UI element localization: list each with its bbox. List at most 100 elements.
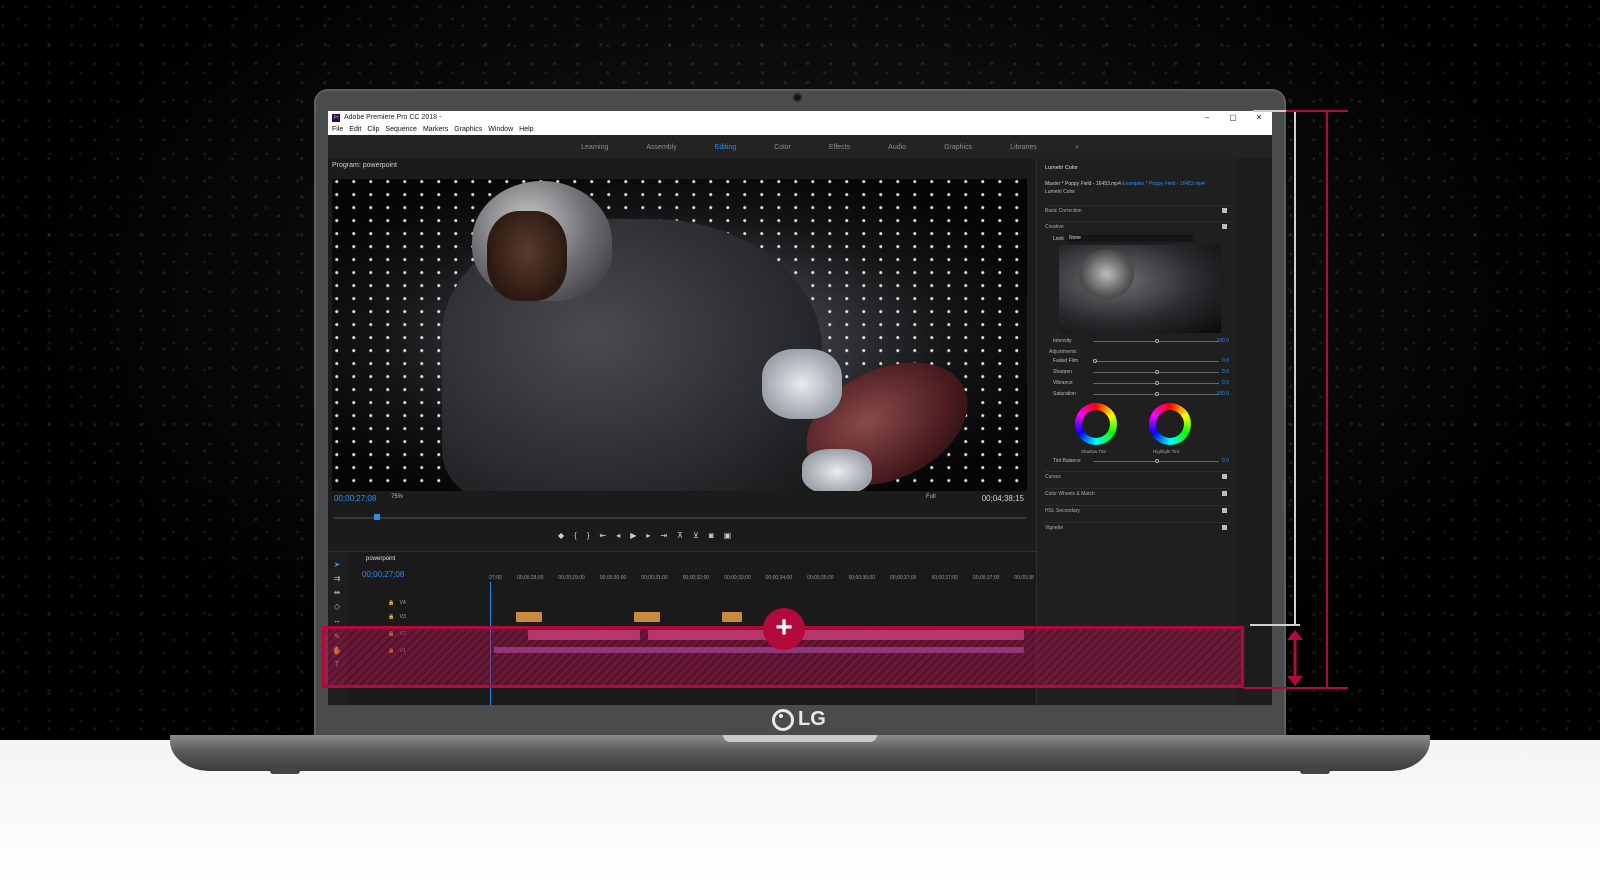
slider-value[interactable]: 0.0 [1222,380,1229,386]
tab-audio[interactable]: Audio [888,144,906,151]
timeline-clip[interactable] [516,612,542,622]
adjustment-slider[interactable]: Saturation 100.0 [1053,390,1229,398]
vignette-checkbox[interactable] [1222,525,1227,530]
menu-sequence[interactable]: Sequence [385,126,417,133]
selection-tool-icon[interactable]: ➤ [332,560,342,570]
slider-knob[interactable] [1155,392,1159,396]
step-back-icon[interactable]: ◂ [616,531,620,540]
workspace-overflow-icon[interactable]: » [1075,144,1079,151]
menu-window[interactable]: Window [488,126,513,133]
color-wheels-checkbox[interactable] [1222,491,1227,496]
lumetri-title[interactable]: Lumetri Color [1045,165,1078,171]
play-icon[interactable]: ▶ [630,531,636,540]
slider-value[interactable]: 0.0 [1222,369,1229,375]
tab-graphics[interactable]: Graphics [944,144,972,151]
hsl-checkbox[interactable] [1222,508,1227,513]
lumetri-clip-selector[interactable]: Master * Poppy Field - 16453.mp4 Example… [1045,181,1205,187]
menu-file[interactable]: File [332,126,343,133]
basic-correction-checkbox[interactable] [1222,208,1227,213]
tab-effects[interactable]: Effects [829,144,850,151]
program-playhead[interactable] [374,514,380,520]
menu-markers[interactable]: Markers [423,126,448,133]
dimension-line-red [1326,110,1328,688]
adjustment-slider[interactable]: Sharpen 0.0 [1053,368,1229,376]
section-color-wheels[interactable]: Color Wheels & Match [1045,488,1231,498]
slider-value[interactable]: 0.0 [1222,358,1229,364]
highlight-tint-wheel[interactable] [1149,403,1191,445]
close-button[interactable]: ✕ [1246,111,1272,124]
compare-icon[interactable]: ▣ [724,531,732,540]
slider-knob[interactable] [1093,359,1097,363]
zoom-dropdown[interactable]: 75% [391,494,403,500]
tint-balance-value[interactable]: 0.0 [1222,458,1229,464]
step-forward-icon[interactable]: ▸ [646,531,650,540]
minimize-button[interactable]: – [1194,111,1220,124]
ruler-tick-label: 00;00;29;00 [558,575,585,581]
mark-out-icon[interactable]: } [587,531,590,540]
track-select-tool-icon[interactable]: ⇉ [332,574,342,584]
ripple-edit-tool-icon[interactable]: ⇹ [332,588,342,598]
adjustment-slider[interactable]: Faded Film 0.0 [1053,357,1229,365]
extract-icon[interactable]: ⊻ [693,531,699,540]
program-current-timecode[interactable]: 00;00;27;08 [334,494,376,503]
track-header-v4[interactable]: 🔒 V4 [358,600,458,612]
menu-edit[interactable]: Edit [349,126,361,133]
menu-help[interactable]: Help [519,126,533,133]
sequence-tab[interactable]: powerpoint [366,556,395,562]
lumetri-color-panel: Lumetri Color Master * Poppy Field - 164… [1036,159,1236,705]
lock-icon[interactable]: 🔒 [388,600,394,606]
timeline-timecode[interactable]: 00;00;27;08 [362,570,404,579]
lift-icon[interactable]: ⊼ [677,531,683,540]
slider-knob[interactable] [1155,381,1159,385]
timeline-ruler[interactable]: :27;00 00;00;28;00 00;00;29;00 00;00;30;00 0… [488,575,1034,585]
section-curves[interactable]: Curves [1045,471,1231,481]
workspace-tabs: Learning Assembly Editing Color Effects … [328,135,1272,159]
export-frame-icon[interactable]: ◙ [709,531,714,540]
mark-in-icon[interactable]: { [574,531,577,540]
go-to-in-icon[interactable]: ⇤ [600,531,607,540]
slider-track[interactable] [1093,361,1219,362]
creative-checkbox[interactable] [1222,224,1227,229]
menu-graphics[interactable]: Graphics [454,126,482,133]
curves-checkbox[interactable] [1222,474,1227,479]
go-to-out-icon[interactable]: ⇥ [660,531,667,540]
tint-balance-slider[interactable]: Tint Balance 0.0 [1053,457,1229,465]
program-tab[interactable]: Program: powerpoint [332,162,397,169]
section-creative[interactable]: Creative [1045,221,1231,231]
intensity-slider[interactable]: Intensity 100.0 [1053,337,1229,345]
resolution-dropdown[interactable]: Full [926,494,936,500]
adjustments-label[interactable]: Adjustments [1049,349,1077,355]
program-scrub-bar[interactable] [334,514,1026,520]
add-marker-icon[interactable]: ◆ [558,531,564,540]
track-header-v3[interactable]: 🔒 V3 [358,614,458,626]
slider-value[interactable]: 100.0 [1216,391,1229,397]
lock-icon[interactable]: 🔒 [388,614,394,620]
tab-assembly[interactable]: Assembly [646,144,676,151]
lumetri-master-clip[interactable]: Master * Poppy Field - 16453.mp4 [1045,181,1121,187]
tab-learning[interactable]: Learning [581,144,608,151]
shadow-tint-wheel[interactable] [1075,403,1117,445]
slip-tool-icon[interactable]: ↔ [332,616,342,626]
intensity-knob[interactable] [1155,339,1159,343]
tint-balance-knob[interactable] [1155,459,1159,463]
razor-tool-icon[interactable]: ◇ [332,602,342,612]
look-preview-thumbnail[interactable] [1059,245,1221,333]
tab-editing[interactable]: Editing [715,144,736,151]
section-basic-correction[interactable]: Basic Correction [1045,205,1231,215]
lumetri-seq-clip[interactable]: Examples * Poppy Field - 16453.mp4 [1122,181,1205,187]
maximize-button[interactable]: ▢ [1220,111,1246,124]
slider-knob[interactable] [1155,370,1159,374]
section-vignette[interactable]: Vignette [1045,522,1231,532]
section-basic-label: Basic Correction [1045,208,1082,214]
menu-bar: File Edit Clip Sequence Markers Graphics… [328,124,1272,135]
window-controls: – ▢ ✕ [1194,111,1272,124]
adjustment-slider[interactable]: Vibrance 0.0 [1053,379,1229,387]
intensity-value[interactable]: 100.0 [1216,338,1229,344]
section-hsl-secondary[interactable]: HSL Secondary [1045,505,1231,515]
look-dropdown[interactable]: None [1067,235,1193,242]
tab-color[interactable]: Color [774,144,791,151]
menu-clip[interactable]: Clip [367,126,379,133]
tab-libraries[interactable]: Libraries [1010,144,1037,151]
timeline-clip[interactable] [634,612,660,622]
timeline-clip[interactable] [722,612,742,622]
